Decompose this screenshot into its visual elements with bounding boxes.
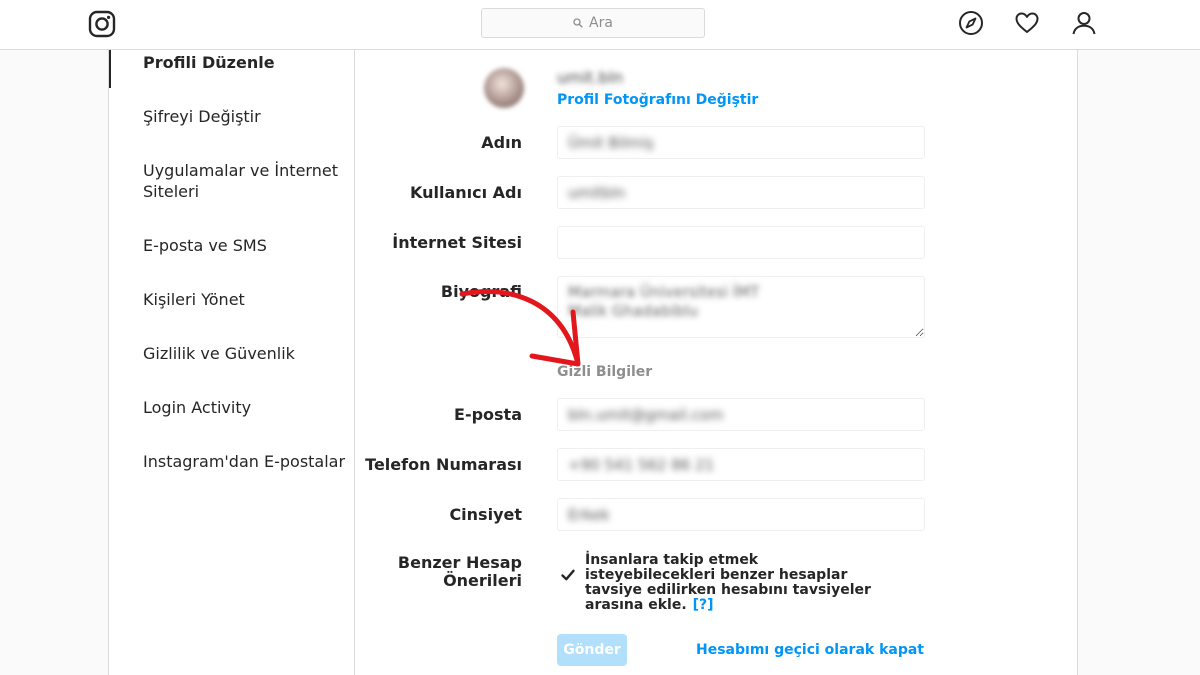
avatar[interactable] bbox=[484, 68, 524, 108]
heart-icon[interactable] bbox=[1014, 10, 1040, 36]
gender-field[interactable]: Erkek bbox=[557, 498, 925, 531]
email-label: E-posta bbox=[454, 405, 522, 424]
website-label: İnternet Sitesi bbox=[392, 233, 522, 252]
name-label: Adın bbox=[481, 133, 522, 152]
username-field[interactable]: umitbln bbox=[557, 176, 925, 209]
search-input[interactable]: Ara bbox=[481, 8, 705, 38]
sidebar-item-instagram-emails[interactable]: Instagram'dan E-postalar bbox=[109, 451, 354, 472]
similar-accounts-label-line2: Önerileri bbox=[443, 571, 522, 590]
profile-username: umit.bln bbox=[557, 68, 624, 87]
sidebar-item-email-sms[interactable]: E-posta ve SMS bbox=[109, 235, 354, 256]
sidebar-item-manage-contacts[interactable]: Kişileri Yönet bbox=[109, 289, 354, 310]
help-link[interactable]: [?] bbox=[693, 597, 714, 613]
sidebar-item-edit-profile[interactable]: Profili Düzenle bbox=[109, 50, 354, 88]
username-label: Kullanıcı Adı bbox=[409, 183, 522, 202]
search-icon bbox=[573, 18, 583, 28]
username-value: umitbln bbox=[568, 183, 626, 202]
sidebar-item-privacy-security[interactable]: Gizlilik ve Güvenlik bbox=[109, 343, 354, 364]
sidebar-item-login-activity[interactable]: Login Activity bbox=[109, 397, 354, 418]
similar-accounts-label: Benzer Hesap Önerileri bbox=[398, 554, 522, 590]
private-info-title: Gizli Bilgiler bbox=[557, 364, 653, 380]
temporarily-disable-account-link[interactable]: Hesabımı geçici olarak kapat bbox=[696, 642, 924, 658]
bio-textarea[interactable] bbox=[557, 276, 925, 338]
similar-accounts-description: İnsanlara takip etmek isteyebilecekleri … bbox=[585, 553, 885, 613]
phone-label: Telefon Numarası bbox=[365, 455, 522, 474]
profile-icon[interactable] bbox=[1071, 10, 1097, 36]
name-value: Ümit Bilmiş bbox=[568, 133, 654, 152]
instagram-logo-icon[interactable] bbox=[88, 10, 116, 38]
email-field[interactable]: bln.umit@gmail.com bbox=[557, 398, 925, 431]
edit-profile-form: umit.bln Profil Fotoğrafını Değiştir Adı… bbox=[356, 50, 1077, 675]
phone-field[interactable]: +90 541 562 86 21 bbox=[557, 448, 925, 481]
gender-label: Cinsiyet bbox=[449, 505, 522, 524]
top-navigation-bar: Ara bbox=[0, 0, 1200, 50]
phone-value: +90 541 562 86 21 bbox=[568, 455, 715, 474]
change-photo-link[interactable]: Profil Fotoğrafını Değiştir bbox=[557, 92, 758, 108]
name-field[interactable]: Ümit Bilmiş bbox=[557, 126, 925, 159]
search-placeholder: Ara bbox=[589, 15, 613, 31]
website-field[interactable] bbox=[557, 226, 925, 259]
similar-accounts-label-line1: Benzer Hesap bbox=[397, 553, 522, 572]
similar-accounts-checkbox[interactable] bbox=[560, 567, 576, 583]
submit-button[interactable]: Gönder bbox=[557, 634, 627, 666]
email-value: bln.umit@gmail.com bbox=[568, 405, 724, 424]
sidebar-item-change-password[interactable]: Şifreyi Değiştir bbox=[109, 106, 354, 127]
sidebar-item-apps-websites[interactable]: Uygulamalar ve İnternet Siteleri bbox=[109, 160, 339, 202]
bio-label: Biyografi bbox=[440, 282, 522, 301]
settings-sidebar: Profili Düzenle Şifreyi Değiştir Uygulam… bbox=[109, 50, 355, 675]
similar-accounts-text: İnsanlara takip etmek isteyebilecekleri … bbox=[585, 552, 871, 613]
settings-card: Profili Düzenle Şifreyi Değiştir Uygulam… bbox=[108, 50, 1078, 675]
gender-value: Erkek bbox=[568, 505, 610, 524]
compass-icon[interactable] bbox=[958, 10, 984, 36]
